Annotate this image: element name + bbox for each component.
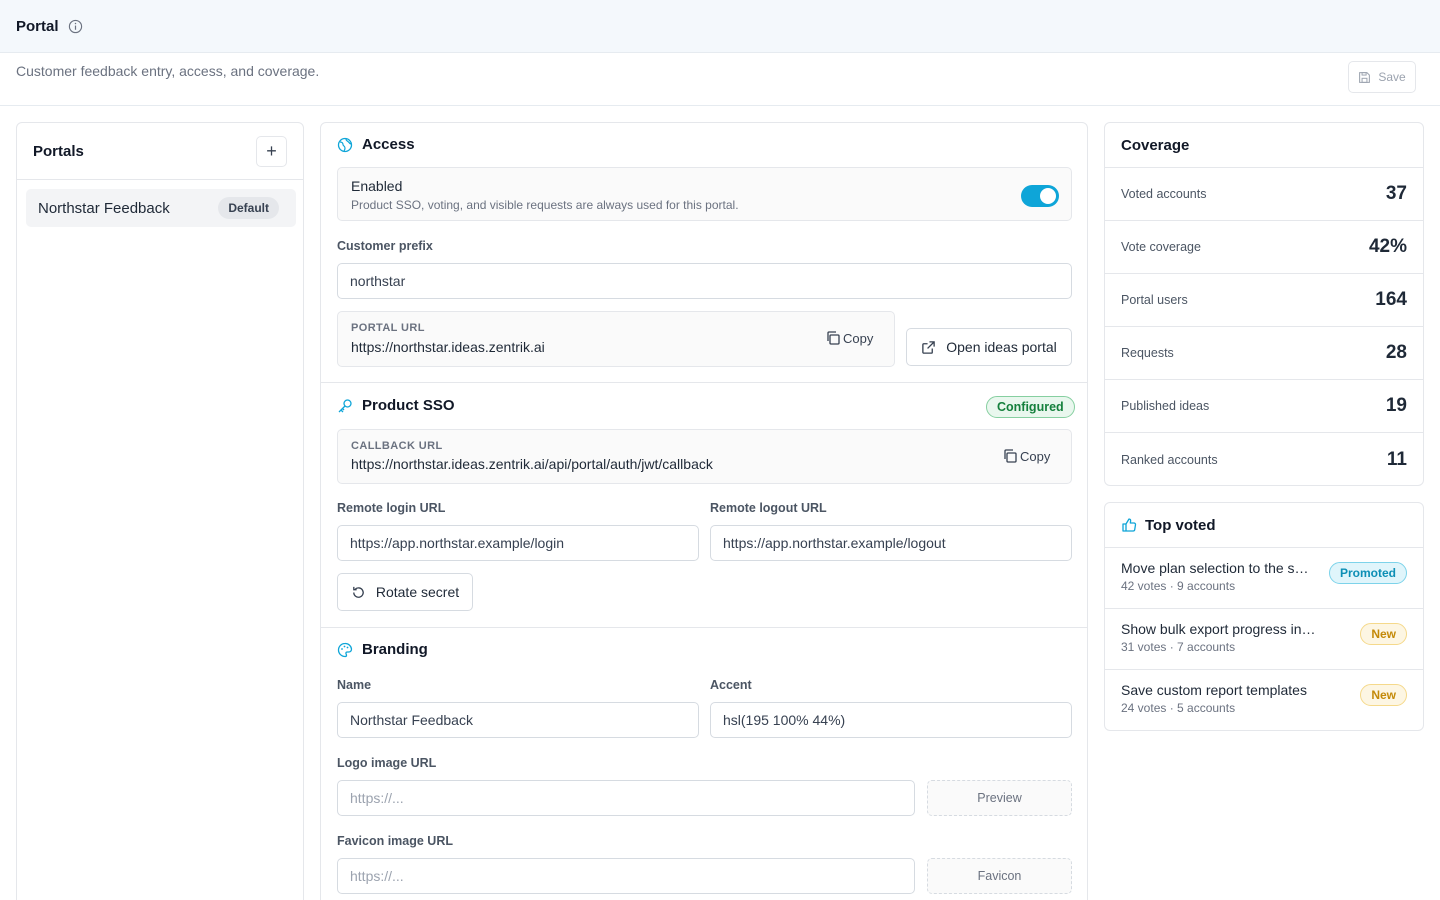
rotate-icon (353, 586, 364, 598)
portal-name: Northstar Feedback (38, 199, 170, 217)
copy-portal-url-button[interactable]: Copy (825, 330, 873, 346)
favicon-url-input[interactable]: https://... (337, 858, 915, 894)
default-badge: Default (218, 197, 279, 219)
portal-url-box: PORTAL URL https://northstar.ideas.zentr… (337, 311, 895, 367)
idea-status-badge: New (1360, 623, 1407, 645)
portal-list-item[interactable]: Northstar Feedback Default (26, 189, 296, 227)
coverage-label: Published ideas (1121, 399, 1210, 413)
key-icon (338, 398, 352, 412)
idea-title: Save custom report templates (1121, 682, 1307, 698)
customer-prefix-label: Customer prefix (337, 239, 433, 253)
accent-label: Accent (710, 678, 752, 692)
accent-input[interactable]: hsl(195 100% 44%) (710, 702, 1072, 738)
callback-url-label: CALLBACK URL (351, 440, 443, 452)
save-icon (1359, 71, 1371, 83)
add-portal-button[interactable]: + (256, 136, 287, 167)
favicon-preview-button[interactable]: Favicon (927, 858, 1072, 894)
page-description: Customer feedback entry, access, and cov… (16, 63, 320, 79)
palette-icon (337, 642, 353, 657)
brand-name-input[interactable]: Northstar Feedback (337, 702, 699, 738)
sso-status-badge: Configured (986, 396, 1075, 418)
idea-title: Show bulk export progress in-pr… (1121, 621, 1317, 637)
remote-logout-input[interactable]: https://app.northstar.example/logout (710, 525, 1072, 561)
sso-section-title: Product SSO (337, 397, 455, 414)
top-voted-panel: Top voted Move plan selection to the s… … (1104, 502, 1424, 731)
external-link-icon (922, 340, 936, 354)
idea-title: Move plan selection to the s… (1121, 560, 1309, 576)
enabled-row: Enabled Product SSO, voting, and visible… (337, 167, 1072, 221)
info-icon[interactable] (68, 19, 83, 34)
callback-url-box: CALLBACK URL https://northstar.ideas.zen… (337, 429, 1072, 484)
rotate-secret-button[interactable]: Rotate secret (337, 573, 473, 611)
coverage-row-published-ideas: Published ideas 19 (1105, 380, 1423, 433)
open-ideas-portal-button[interactable]: Open ideas portal (906, 328, 1072, 366)
portal-url-value: https://northstar.ideas.zentrik.ai (351, 339, 545, 355)
coverage-title: Coverage (1105, 123, 1423, 168)
branding-section-title: Branding (337, 641, 428, 658)
coverage-row-vote-coverage: Vote coverage 42% (1105, 221, 1423, 274)
remote-logout-label: Remote logout URL (710, 501, 827, 515)
coverage-panel: Coverage Voted accounts 37 Vote coverage… (1104, 122, 1424, 486)
copy-callback-url-button[interactable]: Copy (1002, 448, 1050, 464)
coverage-row-voted-accounts: Voted accounts 37 (1105, 168, 1423, 221)
top-voted-item[interactable]: Move plan selection to the s… 42 votes ·… (1105, 548, 1423, 609)
thumbs-up-icon (1122, 518, 1137, 532)
coverage-value: 19 (1385, 395, 1407, 416)
top-voted-item[interactable]: Save custom report templates 24 votes · … (1105, 670, 1423, 731)
logo-url-label: Logo image URL (337, 756, 437, 770)
coverage-row-requests: Requests 28 (1105, 327, 1423, 380)
coverage-value: 28 (1385, 342, 1407, 363)
idea-status-badge: Promoted (1328, 562, 1407, 584)
coverage-value: 42% (1368, 236, 1407, 257)
coverage-label: Requests (1121, 346, 1174, 360)
top-voted-title: Top voted (1145, 516, 1216, 534)
coverage-value: 11 (1386, 448, 1407, 470)
section-divider (321, 627, 1087, 628)
enabled-label: Enabled (351, 178, 403, 194)
top-voted-item[interactable]: Show bulk export progress in-pr… 31 vote… (1105, 609, 1423, 670)
brand-name-label: Name (337, 678, 372, 692)
remote-login-input[interactable]: https://app.northstar.example/login (337, 525, 699, 561)
coverage-value: 37 (1385, 183, 1407, 204)
page-title: Portal (16, 17, 59, 35)
coverage-label: Voted accounts (1121, 187, 1207, 201)
remote-login-label: Remote login URL (337, 501, 446, 515)
access-section-title: Access (337, 136, 415, 153)
coverage-value: 164 (1375, 289, 1407, 310)
callback-url-value: https://northstar.ideas.zentrik.ai/api/p… (351, 456, 713, 472)
customer-prefix-input[interactable]: northstar (337, 263, 1072, 299)
portal-url-label: PORTAL URL (351, 322, 425, 334)
save-label: Save (1378, 70, 1406, 84)
logo-preview-button[interactable]: Preview (927, 780, 1072, 816)
copy-icon (827, 331, 840, 345)
save-button[interactable]: Save (1348, 61, 1416, 93)
idea-status-badge: New (1360, 684, 1407, 706)
top-bar: Portal (0, 0, 1440, 53)
globe-icon (337, 137, 353, 152)
enabled-toggle[interactable] (1021, 185, 1059, 207)
coverage-row-ranked-accounts: Ranked accounts 11 (1105, 433, 1423, 486)
copy-icon (1004, 449, 1017, 463)
coverage-label: Ranked accounts (1121, 452, 1218, 467)
coverage-label: Portal users (1121, 293, 1188, 307)
favicon-url-label: Favicon image URL (337, 834, 453, 848)
logo-url-input[interactable]: https://... (337, 780, 915, 816)
toggle-knob (1040, 188, 1056, 204)
top-voted-header: Top voted (1105, 503, 1423, 548)
coverage-row-portal-users: Portal users 164 (1105, 274, 1423, 327)
coverage-label: Vote coverage (1121, 240, 1201, 254)
enabled-description: Product SSO, voting, and visible request… (351, 198, 739, 212)
portals-panel: Portals + Northstar Feedback Default (16, 122, 304, 900)
page-subheader: Customer feedback entry, access, and cov… (0, 53, 1440, 106)
section-divider (321, 382, 1087, 383)
settings-panel: Access Enabled Product SSO, voting, and … (320, 122, 1088, 900)
